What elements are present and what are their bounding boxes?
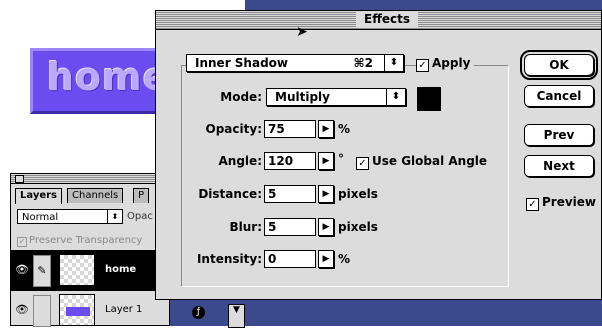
scrollbar-down-arrow[interactable]: ▼: [228, 304, 245, 328]
close-box-icon[interactable]: [15, 175, 24, 183]
eye-icon[interactable]: 👁: [15, 303, 29, 317]
apply-label: Apply: [432, 56, 471, 70]
layer-name: home: [105, 264, 137, 275]
distance-field[interactable]: 5: [264, 185, 316, 203]
layer-row-home[interactable]: 👁 ✎ home: [11, 250, 169, 290]
home-sample-text: home: [47, 55, 170, 99]
use-global-angle-label: Use Global Angle: [372, 154, 488, 168]
blur-label: Blur:: [229, 220, 262, 234]
ok-button[interactable]: OK: [520, 50, 598, 80]
layer-row-layer1[interactable]: 👁 Layer 1: [11, 290, 169, 330]
angle-slider-arrow[interactable]: ▶: [318, 152, 334, 170]
intensity-field[interactable]: 0: [264, 250, 316, 268]
dialog-titlebar[interactable]: Effects: [156, 11, 601, 30]
use-global-angle-checkbox[interactable]: ✓ Use Global Angle: [356, 153, 487, 170]
blend-mode-value: Normal: [22, 212, 59, 223]
effect-shortcut: ⌘2: [353, 56, 373, 70]
opacity-slider-arrow[interactable]: ▶: [318, 120, 334, 138]
mode-label: Mode:: [220, 90, 262, 104]
preserve-transparency-checkbox[interactable]: ✓ Preserve Transparency: [17, 235, 142, 247]
tab-channels[interactable]: Channels: [67, 188, 124, 203]
effect-type-popup[interactable]: Inner Shadow ⌘2 ⬍: [186, 54, 404, 72]
arrow-cursor-icon: ➤: [296, 24, 308, 40]
opacity-label: Opacity:: [205, 122, 262, 136]
tab-layers[interactable]: Layers: [15, 188, 62, 204]
angle-label: Angle:: [218, 154, 262, 168]
layer-thumbnail: [59, 294, 95, 326]
checkbox-icon: ✓: [526, 198, 539, 211]
eye-icon[interactable]: 👁: [15, 263, 29, 277]
layer-name: Layer 1: [105, 304, 143, 315]
intensity-slider-arrow[interactable]: ▶: [318, 250, 334, 268]
apply-checkbox[interactable]: ✓ Apply: [416, 55, 475, 72]
brush-icon[interactable]: ✎: [33, 255, 51, 287]
link-slot[interactable]: [33, 295, 51, 327]
preview-label: Preview: [542, 195, 597, 209]
opacity-unit: %: [338, 122, 351, 136]
intensity-unit: %: [338, 252, 351, 266]
effects-dialog: Effects Inner Shadow ⌘2 ⬍ ✓ Apply Mode: M…: [155, 10, 602, 300]
effect-type-value: Inner Shadow: [195, 56, 288, 70]
opacity-field[interactable]: 75: [264, 120, 316, 138]
angle-unit: °: [338, 152, 344, 166]
layers-palette-titlebar[interactable]: [11, 174, 169, 184]
intensity-label: Intensity:: [196, 252, 262, 266]
opacity-label: Opac: [127, 211, 153, 222]
shadow-color-swatch[interactable]: [417, 87, 441, 111]
prev-button[interactable]: Prev: [524, 124, 594, 146]
mode-popup[interactable]: Multiply ⬍: [266, 88, 406, 106]
mode-value: Multiply: [275, 90, 330, 104]
updown-arrow-icon: ⬍: [384, 55, 403, 71]
angle-field[interactable]: 120: [264, 152, 316, 170]
preserve-transparency-label: Preserve Transparency: [29, 235, 143, 246]
checkbox-icon: ✓: [356, 157, 369, 170]
checkbox-icon: ✓: [17, 237, 27, 247]
tab-paths[interactable]: P: [133, 188, 150, 203]
blend-mode-select[interactable]: Normal ⬍: [17, 209, 123, 224]
distance-unit: pixels: [338, 187, 378, 201]
preview-checkbox[interactable]: ✓ Preview: [526, 194, 596, 211]
effects-layer-icon: ƒ: [192, 306, 205, 319]
cancel-button[interactable]: Cancel: [524, 85, 594, 107]
dialog-title: Effects: [356, 12, 419, 27]
updown-arrow-icon: ⬍: [386, 89, 405, 105]
blur-unit: pixels: [338, 220, 378, 234]
next-button[interactable]: Next: [524, 155, 594, 177]
layer-thumbnail: [59, 254, 95, 286]
blur-slider-arrow[interactable]: ▶: [318, 218, 334, 236]
layers-palette: Layers Channels P Normal ⬍ Opac ✓ Preserv…: [10, 173, 170, 327]
updown-arrow-icon: ⬍: [107, 210, 122, 223]
distance-label: Distance:: [198, 187, 262, 201]
blur-field[interactable]: 5: [264, 218, 316, 236]
distance-slider-arrow[interactable]: ▶: [318, 185, 334, 203]
checkbox-icon: ✓: [416, 59, 429, 72]
